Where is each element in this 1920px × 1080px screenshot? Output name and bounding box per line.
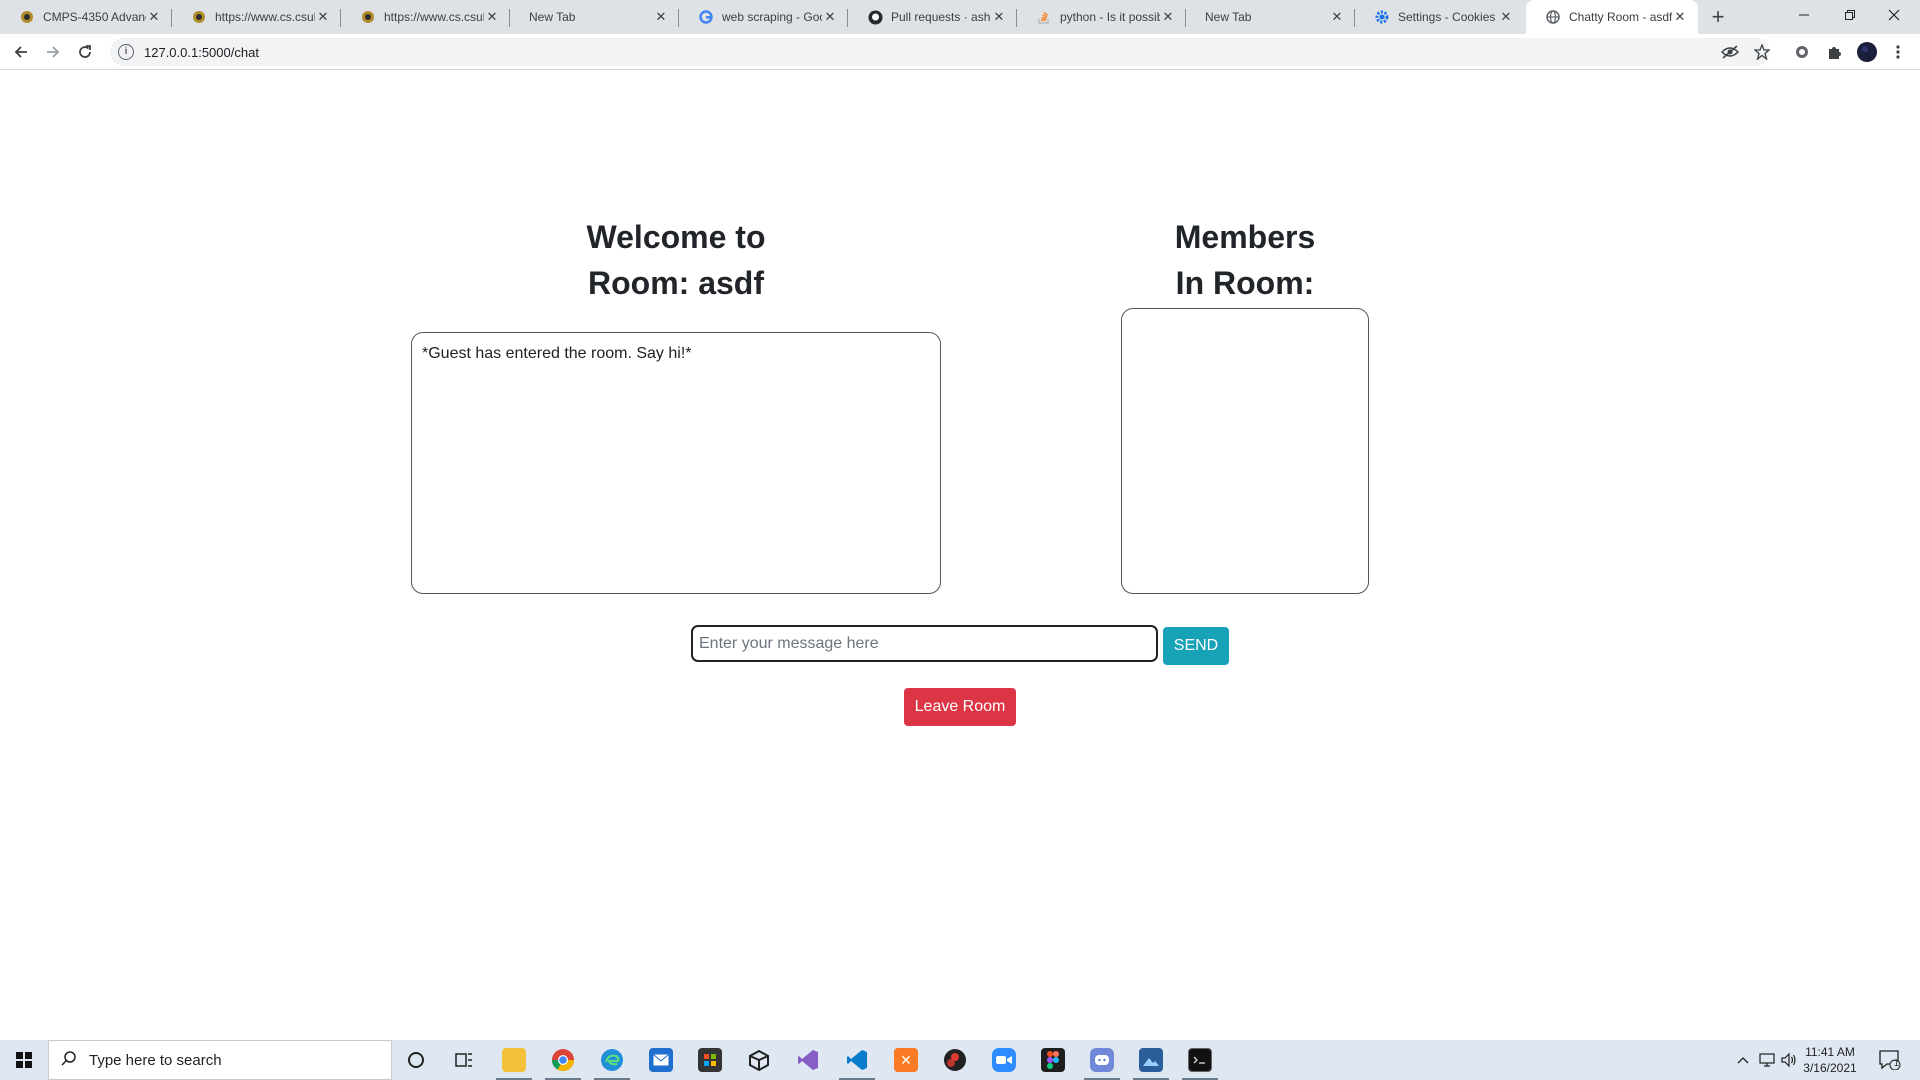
- tab-6[interactable]: Pull requests · asher ✕: [848, 0, 1017, 34]
- profile-avatar[interactable]: [1856, 41, 1878, 63]
- message-input[interactable]: [691, 625, 1158, 662]
- tab-8[interactable]: New Tab ✕: [1186, 0, 1355, 34]
- close-tab-icon[interactable]: ✕: [1329, 9, 1345, 25]
- settings-icon: [1374, 9, 1390, 25]
- volume-icon[interactable]: [1778, 1040, 1800, 1080]
- send-button[interactable]: SEND: [1163, 627, 1229, 665]
- close-tab-icon[interactable]: ✕: [1672, 9, 1688, 25]
- search-icon: [61, 1050, 77, 1071]
- welcome-heading: Welcome to Room: asdf: [526, 214, 826, 306]
- address-bar[interactable]: i 127.0.0.1:5000/chat: [110, 38, 1770, 66]
- eye-off-icon[interactable]: [1720, 42, 1740, 62]
- new-tab-button[interactable]: +: [1706, 5, 1730, 29]
- davinci-icon[interactable]: [931, 1040, 979, 1080]
- tab-7[interactable]: python - Is it possible ✕: [1017, 0, 1186, 34]
- edge-icon[interactable]: [588, 1040, 636, 1080]
- network-icon[interactable]: [1756, 1040, 1778, 1080]
- cortana-icon[interactable]: [392, 1040, 440, 1080]
- tab-title: New Tab: [529, 10, 576, 24]
- file-explorer-icon[interactable]: [490, 1040, 538, 1080]
- taskbar-clock[interactable]: 11:41 AM 3/16/2021: [1800, 1044, 1860, 1076]
- tab-1[interactable]: CMPS-4350 Advanced ✕: [0, 0, 172, 34]
- tab-title: python - Is it possible: [1060, 10, 1160, 24]
- reload-icon[interactable]: [72, 39, 98, 65]
- terminal-icon[interactable]: [1176, 1040, 1224, 1080]
- github-icon: [867, 9, 883, 25]
- url-text: 127.0.0.1:5000/chat: [144, 44, 259, 60]
- tab-2[interactable]: https://www.cs.csub.edu ✕: [172, 0, 341, 34]
- mail-icon[interactable]: [637, 1040, 685, 1080]
- tab-title: CMPS-4350 Advanced: [43, 10, 146, 24]
- globe-icon: [1545, 9, 1561, 25]
- close-tab-icon[interactable]: ✕: [315, 9, 331, 25]
- photos-icon[interactable]: [1127, 1040, 1175, 1080]
- store-icon[interactable]: [686, 1040, 734, 1080]
- forward-arrow-icon[interactable]: [40, 39, 66, 65]
- csub-icon: [19, 9, 35, 25]
- tab-title: Chatty Room - asdf: [1569, 10, 1672, 24]
- visual-studio-icon[interactable]: [784, 1040, 832, 1080]
- close-tab-icon[interactable]: ✕: [146, 9, 162, 25]
- search-placeholder: Type here to search: [89, 1051, 222, 1069]
- notification-count: 1: [1894, 1058, 1900, 1068]
- vscode-icon[interactable]: [833, 1040, 881, 1080]
- close-tab-icon[interactable]: ✕: [822, 9, 838, 25]
- browser-toolbar: i 127.0.0.1:5000/chat: [0, 34, 1920, 70]
- back-arrow-icon[interactable]: [8, 39, 34, 65]
- taskbar-search-box[interactable]: Type here to search: [48, 1040, 392, 1080]
- close-tab-icon[interactable]: ✕: [484, 9, 500, 25]
- close-tab-icon[interactable]: ✕: [653, 9, 669, 25]
- extension-circle-icon[interactable]: [1792, 42, 1812, 62]
- windows-taskbar: Type here to search ✕ 11:41 AM 3/16/2021…: [0, 1040, 1920, 1080]
- members-list-box[interactable]: [1121, 308, 1369, 594]
- windows-start-icon[interactable]: [0, 1040, 48, 1080]
- tab-title: https://www.cs.csub.edu: [215, 10, 315, 24]
- csub-icon: [360, 9, 376, 25]
- tab-4[interactable]: New Tab ✕: [510, 0, 679, 34]
- discord-icon[interactable]: [1078, 1040, 1126, 1080]
- figma-icon[interactable]: [1029, 1040, 1077, 1080]
- bookmark-star-icon[interactable]: [1752, 42, 1772, 62]
- tab-title: https://www.cs.csub.edu: [384, 10, 484, 24]
- tab-10-active[interactable]: Chatty Room - asdf ✕: [1526, 0, 1698, 34]
- chrome-icon[interactable]: [539, 1040, 587, 1080]
- tab-strip: CMPS-4350 Advanced ✕ https://www.cs.csub…: [0, 0, 1920, 34]
- members-heading: Members In Room:: [1095, 214, 1395, 306]
- close-tab-icon[interactable]: ✕: [1498, 9, 1514, 25]
- tab-title: web scraping - Google: [722, 10, 822, 24]
- leave-room-button[interactable]: Leave Room: [904, 688, 1016, 726]
- google-icon: [698, 9, 714, 25]
- welcome-line-1: Welcome to: [586, 219, 766, 255]
- xampp-icon[interactable]: ✕: [882, 1040, 930, 1080]
- tab-title: Pull requests · asher: [891, 10, 991, 24]
- clock-time: 11:41 AM: [1805, 1045, 1855, 1059]
- chat-message: *Guest has entered the room. Say hi!*: [422, 345, 692, 362]
- members-line-1: Members: [1174, 219, 1316, 255]
- close-tab-icon[interactable]: ✕: [1160, 9, 1176, 25]
- room-name-line: Room: asdf: [588, 265, 764, 301]
- notification-center-icon[interactable]: 1: [1878, 1048, 1902, 1072]
- close-window-icon[interactable]: [1866, 0, 1920, 30]
- stackoverflow-icon: [1036, 9, 1052, 25]
- unity-icon[interactable]: [735, 1040, 783, 1080]
- chrome-menu-icon[interactable]: [1888, 42, 1908, 62]
- task-view-icon[interactable]: [440, 1040, 488, 1080]
- tab-3[interactable]: https://www.cs.csub.edu ✕: [341, 0, 510, 34]
- clock-date: 3/16/2021: [1803, 1061, 1857, 1075]
- tab-5[interactable]: web scraping - Google ✕: [679, 0, 848, 34]
- chat-messages-box[interactable]: *Guest has entered the room. Say hi!*: [411, 332, 941, 594]
- tab-9[interactable]: Settings - Cookies and ✕: [1355, 0, 1524, 34]
- csub-icon: [191, 9, 207, 25]
- chevron-up-icon[interactable]: [1732, 1040, 1754, 1080]
- members-line-2: In Room:: [1175, 265, 1315, 301]
- extensions-puzzle-icon[interactable]: [1824, 42, 1844, 62]
- tab-title: New Tab: [1205, 10, 1252, 24]
- tab-title: Settings - Cookies and: [1398, 10, 1498, 24]
- chat-page: Welcome to Room: asdf Members In Room: *…: [0, 71, 1920, 1041]
- zoom-icon[interactable]: [980, 1040, 1028, 1080]
- close-tab-icon[interactable]: ✕: [991, 9, 1007, 25]
- site-info-icon[interactable]: i: [118, 44, 134, 60]
